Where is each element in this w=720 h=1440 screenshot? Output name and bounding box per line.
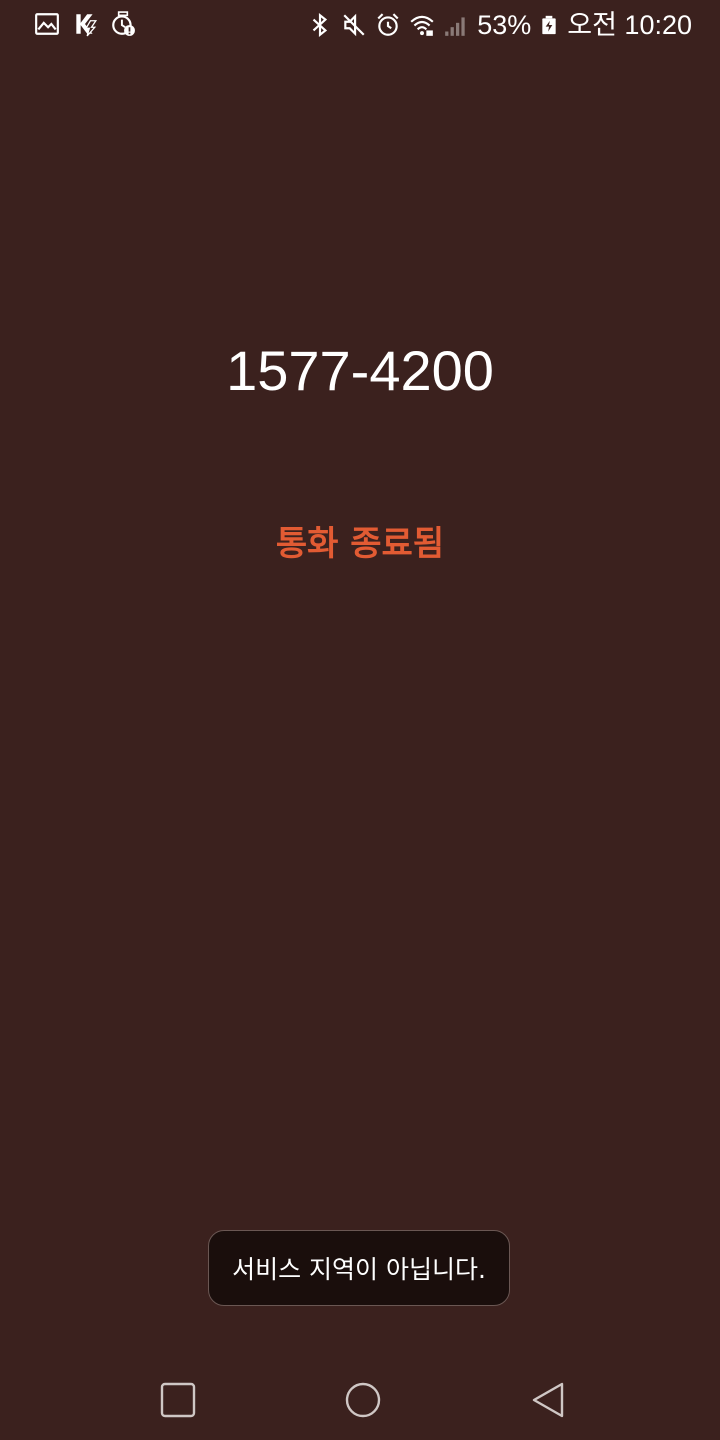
- battery-percent: 53%: [477, 10, 532, 40]
- mute-icon: [343, 13, 365, 37]
- alarm-icon: [377, 13, 399, 36]
- status-bar: 53% 오전 10:20: [0, 0, 720, 50]
- phone-number: 1577-4200: [226, 339, 494, 402]
- call-status: 통화 종료됨: [275, 524, 445, 564]
- wifi-icon: [410, 15, 434, 36]
- back-icon[interactable]: [526, 1378, 570, 1422]
- battery-icon: [542, 15, 556, 35]
- clock: 오전 10:20: [567, 10, 692, 40]
- toast-message: 서비스 지역이 아닙니다.: [208, 1230, 510, 1306]
- home-icon[interactable]: [341, 1378, 385, 1422]
- k-app-icon: [76, 14, 98, 37]
- watch-alert-icon: [112, 11, 135, 36]
- gallery-icon: [35, 13, 59, 35]
- toast-text: 서비스 지역이 아닙니다.: [232, 1255, 486, 1284]
- recents-icon[interactable]: [156, 1378, 200, 1422]
- system-indicators: 53% 오전 10:20: [307, 8, 692, 42]
- signal-icon: [445, 17, 465, 36]
- navigation-bar: [0, 1360, 720, 1440]
- notification-icons: [34, 11, 136, 37]
- bluetooth-icon: [312, 12, 328, 38]
